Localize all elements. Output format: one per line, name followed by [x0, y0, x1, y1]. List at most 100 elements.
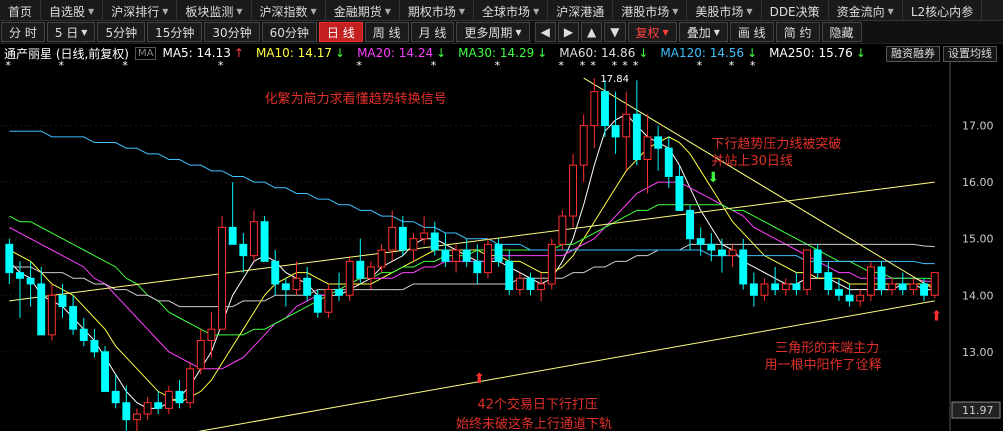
menu-item-label: L2核心内参 [910, 4, 974, 19]
stock-title: 通产丽星 (日线,前复权) [4, 46, 129, 61]
toolbar-button-0[interactable]: 复权 ▼ [627, 22, 677, 42]
candle-body [356, 260, 365, 279]
toolbar-button-label: 隐藏 [829, 25, 854, 40]
period-tab-1[interactable]: 5 日 ▼ [46, 22, 96, 42]
candle-body [441, 249, 450, 262]
ma-trend-arrow: ↓ [335, 46, 346, 60]
menu-item-label: 沪深指数 [259, 4, 308, 19]
ma-info-bar: 通产丽星 (日线,前复权) MA MA5: 14.13 ↑ MA10: 14.17 ↓… [0, 45, 1003, 61]
menu-item-label: 沪深排行 [111, 4, 160, 19]
menu-item-8[interactable]: 沪深港通 [548, 0, 614, 20]
period-tab-5[interactable]: 60分钟 [261, 22, 317, 42]
period-tab-9[interactable]: 更多周期 ▼ [456, 22, 530, 42]
right-chips: 融资融券 设置均线 [883, 46, 997, 62]
chevron-down-icon: ▼ [236, 6, 243, 16]
left-arrow-icon[interactable]: ◀ [534, 22, 556, 42]
candle-body [249, 221, 258, 257]
candle-body [717, 249, 726, 257]
down-arrow-icon: ↓ [793, 61, 801, 62]
down-arrow-icon: ↓ [645, 61, 653, 62]
candle-body [707, 243, 716, 251]
kline-chart[interactable]: 17.00 16.00 15.00 14.00 13.00 * * * * * * * * * * * * * * *… [0, 61, 1003, 431]
menu-item-13[interactable]: L2核心内参 [903, 0, 983, 20]
menu-item-9[interactable]: 港股市场 ▼ [613, 0, 688, 20]
menu-item-6[interactable]: 期权市场 ▼ [400, 0, 475, 20]
menu-item-3[interactable]: 板块监测 ▼ [177, 0, 252, 20]
candle-body [388, 226, 397, 251]
y-tick-label: 13.00 [962, 346, 994, 359]
menu-item-label: 板块监测 [185, 4, 234, 19]
candle-body [547, 243, 556, 285]
candle-body [281, 283, 290, 291]
down-arrow-icon[interactable]: ▼ [604, 22, 626, 42]
candle-body [69, 306, 78, 330]
ma-trend-arrow: ↓ [638, 46, 649, 60]
candle-body [930, 272, 939, 296]
star-marker: * [59, 61, 65, 72]
menu-item-11[interactable]: DDE决策 [762, 0, 829, 20]
toolbar-button-label: 简 约 [783, 25, 812, 40]
period-tab-0[interactable]: 分 时 [1, 22, 45, 42]
chip-0[interactable]: 融资融券 [886, 46, 940, 62]
top-menu-bar: 首页 自选股 ▼ 沪深排行 ▼ 板块监测 ▼ 沪深指数 ▼ 金融期货 ▼ 期权市场 ▼ 全球市场 ▼ 沪深港通… [0, 0, 1003, 21]
toolbar-button-3[interactable]: 简 约 [775, 22, 820, 42]
period-tab-3[interactable]: 15分钟 [147, 22, 203, 42]
candle-body [122, 402, 131, 421]
toolbar-button-label: 复权 [635, 25, 660, 40]
period-tab-6[interactable]: 日 线 [318, 22, 363, 42]
menu-item-label: 沪深港通 [556, 4, 605, 19]
candle-body [696, 238, 705, 245]
ma-value-text: MA120: 14.56 [660, 46, 745, 60]
ma-trend-arrow: ↑ [233, 46, 244, 60]
candle-body [239, 243, 248, 257]
ma-label[interactable]: MA [135, 46, 157, 60]
candle-body [47, 294, 56, 336]
toolbar-button-2[interactable]: 画 线 [729, 22, 774, 42]
chart-annotation-3: 42个交易日下行打压 [477, 396, 598, 412]
menu-item-0[interactable]: 首页 [0, 0, 42, 20]
toolbar-button-4[interactable]: 隐藏 [821, 22, 862, 42]
period-tab-2[interactable]: 5分钟 [97, 22, 146, 42]
star-marker: * [590, 61, 596, 72]
menu-item-2[interactable]: 沪深排行 ▼ [103, 0, 178, 20]
candle-body [537, 283, 546, 291]
star-marker: * [5, 61, 11, 72]
candle-body [164, 390, 173, 409]
menu-item-1[interactable]: 自选股 ▼ [41, 0, 104, 20]
menu-item-label: 美股市场 [695, 4, 744, 19]
star-marker: * [729, 61, 735, 72]
chevron-down-icon: ▼ [662, 27, 669, 37]
star-marker: * [622, 61, 628, 72]
ma-line-ma60 [9, 243, 935, 308]
candle-body [845, 294, 854, 302]
up-arrow-icon[interactable]: ▲ [581, 22, 603, 42]
toolbar-button-1[interactable]: 叠加 ▼ [678, 22, 728, 42]
candle-body [622, 113, 631, 138]
menu-item-label: 首页 [8, 4, 33, 19]
candle-body [483, 243, 492, 274]
candle-body [866, 266, 875, 296]
candle-body [515, 277, 524, 291]
ma-value-text: MA30: 14.29 [458, 46, 535, 60]
menu-item-10[interactable]: 美股市场 ▼ [687, 0, 762, 20]
period-tab-8[interactable]: 月 线 [410, 22, 455, 42]
candle-body [218, 226, 227, 330]
chip-1[interactable]: 设置均线 [943, 46, 997, 62]
menu-item-12[interactable]: 资金流向 ▼ [829, 0, 903, 20]
right-arrow-icon[interactable]: ▶ [557, 22, 580, 42]
candle-body [377, 249, 386, 268]
menu-item-7[interactable]: 全球市场 ▼ [474, 0, 549, 20]
ma-value-6: MA250: 15.76 ↓ [769, 46, 872, 60]
period-tab-7[interactable]: 周 线 [364, 22, 409, 42]
star-marker: * [750, 61, 756, 72]
chart-annotation-2: 并站上30日线 [711, 154, 793, 169]
menu-item-4[interactable]: 沪深指数 ▼ [252, 0, 326, 20]
y-tick-label: 15.00 [962, 233, 994, 246]
candle-body [345, 260, 354, 296]
candle-body [771, 283, 780, 291]
period-tab-4[interactable]: 30分钟 [204, 22, 260, 42]
y-tick-label: 16.00 [962, 176, 994, 189]
candle-body [175, 390, 184, 404]
ma-trend-arrow: ↓ [855, 46, 866, 60]
menu-item-5[interactable]: 金融期货 ▼ [326, 0, 400, 20]
